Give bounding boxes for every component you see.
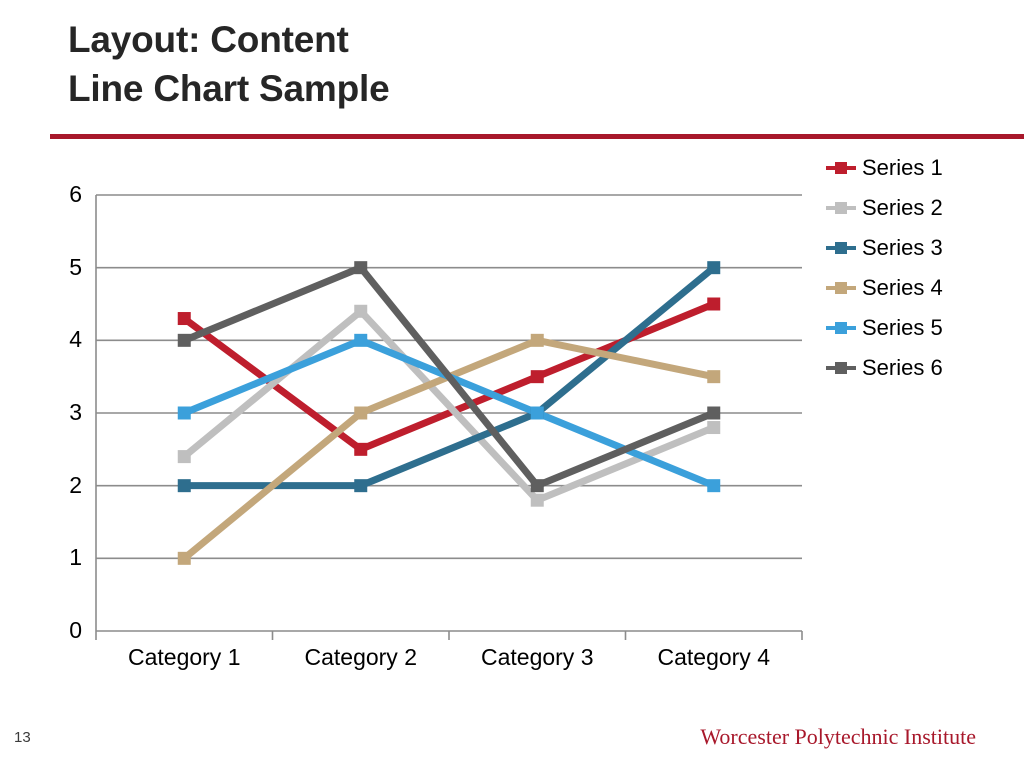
plot-area bbox=[95, 194, 803, 640]
x-tick-label: Category 4 bbox=[657, 644, 770, 670]
legend-item-label: Series 5 bbox=[862, 315, 943, 340]
legend-item-series-2[interactable]: Series 2 bbox=[826, 188, 1016, 228]
data-point-marker bbox=[354, 261, 368, 275]
x-tick-label: Category 3 bbox=[480, 644, 594, 670]
data-point-marker bbox=[177, 479, 191, 493]
data-point-marker bbox=[354, 304, 368, 318]
y-tick-label: 5 bbox=[69, 253, 82, 280]
data-point-marker bbox=[707, 297, 721, 311]
data-point-marker bbox=[707, 406, 721, 420]
title-line-1: Layout: Content bbox=[68, 19, 349, 60]
legend-marker-glyph bbox=[835, 242, 847, 254]
data-point-marker bbox=[177, 333, 191, 347]
y-tick-label: 0 bbox=[69, 617, 82, 643]
x-tick-label: Category 2 bbox=[304, 644, 417, 670]
legend-swatch-icon bbox=[826, 361, 856, 375]
data-point-marker bbox=[177, 312, 191, 326]
page-title: Layout: Content Line Chart Sample bbox=[68, 16, 968, 114]
y-axis-tick-labels: 0 1 2 3 4 5 6 bbox=[46, 183, 82, 642]
legend-swatch-icon bbox=[826, 201, 856, 215]
legend-marker-glyph bbox=[835, 322, 847, 334]
data-point-marker bbox=[707, 370, 721, 384]
legend-swatch-icon bbox=[826, 281, 856, 295]
legend-item-series-3[interactable]: Series 3 bbox=[826, 228, 1016, 268]
data-point-marker bbox=[177, 551, 191, 565]
legend-item-label: Series 3 bbox=[862, 235, 943, 260]
data-point-marker bbox=[354, 406, 368, 420]
data-point-marker bbox=[530, 333, 544, 347]
data-point-marker bbox=[177, 450, 191, 464]
data-point-marker bbox=[707, 261, 721, 275]
legend-item-label: Series 1 bbox=[862, 155, 943, 180]
data-point-marker bbox=[354, 442, 368, 456]
title-line-2: Line Chart Sample bbox=[68, 67, 390, 109]
data-point-marker bbox=[354, 333, 368, 347]
x-axis-tick-labels: Category 1 Category 2 Category 3 Category 4 bbox=[96, 646, 802, 680]
slide-number: 13 bbox=[14, 729, 31, 746]
data-point-marker bbox=[177, 406, 191, 420]
data-point-marker bbox=[530, 406, 544, 420]
chart-legend: Series 1 Series 2 Series 3 Series 4 Series 5… bbox=[826, 148, 1016, 388]
plot-svg bbox=[95, 194, 803, 640]
legend-marker-glyph bbox=[835, 362, 847, 374]
data-point-marker bbox=[530, 493, 544, 507]
y-tick-label: 3 bbox=[69, 399, 82, 425]
data-point-marker bbox=[707, 479, 721, 493]
data-point-marker bbox=[707, 421, 721, 435]
legend-marker-glyph bbox=[835, 162, 847, 174]
title-divider-rule bbox=[50, 134, 1024, 139]
legend-swatch-icon bbox=[826, 161, 856, 175]
x-axis-ticks bbox=[95, 631, 803, 640]
legend-item-series-6[interactable]: Series 6 bbox=[826, 348, 1016, 388]
legend-swatch-icon bbox=[826, 321, 856, 335]
legend-item-series-4[interactable]: Series 4 bbox=[826, 268, 1016, 308]
y-tick-label: 2 bbox=[69, 471, 82, 498]
legend-marker-glyph bbox=[835, 282, 847, 294]
x-tick-label: Category 1 bbox=[127, 644, 241, 670]
data-point-marker bbox=[530, 370, 544, 384]
legend-item-label: Series 6 bbox=[862, 355, 943, 380]
data-point-marker bbox=[354, 479, 368, 493]
y-tick-label: 6 bbox=[69, 181, 82, 207]
legend-item-series-5[interactable]: Series 5 bbox=[826, 308, 1016, 348]
legend-marker-glyph bbox=[835, 202, 847, 214]
y-tick-label: 4 bbox=[69, 326, 82, 353]
y-tick-label: 1 bbox=[69, 544, 82, 571]
footer-brand: Worcester Polytechnic Institute bbox=[700, 724, 976, 749]
legend-item-series-1[interactable]: Series 1 bbox=[826, 148, 1016, 188]
legend-item-label: Series 2 bbox=[862, 195, 943, 220]
legend-item-label: Series 4 bbox=[862, 275, 943, 300]
data-point-marker bbox=[530, 479, 544, 493]
legend-swatch-icon bbox=[826, 241, 856, 255]
